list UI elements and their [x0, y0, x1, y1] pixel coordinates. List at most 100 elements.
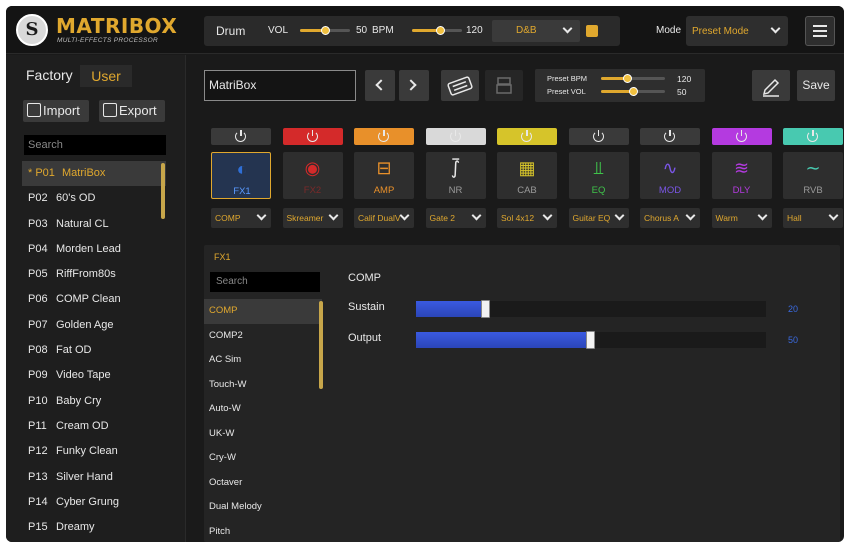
effect-type-item[interactable]: COMP2 — [204, 324, 322, 349]
param-slider-fill — [416, 332, 591, 348]
chevron-down-icon — [542, 210, 553, 221]
menu-button[interactable] — [805, 16, 835, 46]
fx-block-fx2[interactable]: ◉ FX2 — [282, 152, 343, 199]
chevron-down-icon — [562, 23, 573, 34]
power-toggle-icon[interactable] — [640, 128, 700, 145]
power-toggle-icon[interactable] — [568, 128, 629, 145]
effect-list-scrollbar[interactable] — [319, 301, 323, 389]
effect-type-item[interactable]: Auto-W — [204, 397, 322, 422]
record-icon: ◉ — [304, 158, 321, 178]
tab-factory[interactable]: Factory — [26, 67, 73, 83]
preset-name-field[interactable]: MatriBox — [204, 70, 356, 101]
rename-button[interactable] — [752, 70, 790, 101]
fx-model-select[interactable]: Warm — [711, 208, 772, 228]
save-button[interactable]: Save — [797, 70, 835, 101]
fx-model-select[interactable]: Skreamer — [282, 208, 343, 228]
param-label: Output — [348, 332, 382, 344]
preset-item[interactable]: P11 Cream OD — [22, 414, 166, 439]
preset-item[interactable]: P14 Cyber Grung — [22, 490, 166, 515]
param-slider-knob[interactable] — [481, 300, 490, 318]
fx-block-label: MOD — [658, 185, 682, 196]
param-slider-sustain[interactable] — [416, 300, 766, 318]
tab-user[interactable]: User — [80, 65, 132, 87]
power-toggle-icon[interactable] — [711, 128, 772, 145]
prev-preset-button[interactable] — [365, 70, 395, 101]
fx-model-select[interactable]: Guitar EQ — [568, 208, 629, 228]
param-slider-knob[interactable] — [586, 331, 595, 349]
preset-item[interactable]: * P01 MatriBox — [22, 161, 166, 187]
preset-item[interactable]: P07 Golden Age — [22, 313, 166, 338]
fx-block-cab[interactable]: ▦ CAB — [497, 152, 557, 199]
power-toggle-icon[interactable] — [354, 128, 414, 145]
drum-style-select[interactable]: D&B — [492, 20, 580, 42]
effect-type-item[interactable]: Touch-W — [204, 373, 322, 398]
fx-model-select[interactable]: Calif DualV — [354, 208, 414, 228]
mode-select[interactable]: Preset Mode — [686, 16, 788, 46]
power-toggle-icon[interactable] — [425, 128, 486, 145]
effect-type-item[interactable]: AC Sim — [204, 348, 322, 373]
preset-item[interactable]: P15 Dreamy — [22, 515, 166, 540]
fx-block-amp[interactable]: ⊟ AMP — [354, 152, 414, 199]
effect-type-item[interactable]: Dual Melody — [204, 495, 322, 520]
fx-block-eq[interactable]: ⫫ EQ — [568, 152, 629, 199]
fx-block-rvb[interactable]: ∼ RVB — [783, 152, 843, 199]
preset-list-scrollbar[interactable] — [161, 163, 165, 219]
effect-type-item[interactable]: Pitch — [204, 520, 322, 543]
preset-item[interactable]: P06 COMP Clean — [22, 287, 166, 312]
preset-item[interactable]: P13 Silver Hand — [22, 465, 166, 490]
preset-vol-slider[interactable] — [601, 87, 665, 96]
fx-model-select[interactable]: Sol 4x12 — [497, 208, 557, 228]
chevron-down-icon — [770, 23, 781, 34]
fx-block-label: AMP — [373, 185, 395, 196]
amp-view-button[interactable] — [485, 70, 523, 101]
preset-bpm-slider[interactable] — [601, 74, 665, 83]
pedal-button[interactable] — [441, 70, 479, 101]
preset-search-input[interactable]: Search — [24, 135, 166, 155]
effect-type-item[interactable]: Cry-W — [204, 446, 322, 471]
preset-item[interactable]: P08 Fat OD — [22, 338, 166, 363]
power-toggle-icon[interactable] — [211, 128, 271, 145]
power-toggle-icon[interactable] — [783, 128, 843, 145]
preset-item[interactable]: P10 Baby Cry — [22, 389, 166, 414]
drum-bpm-knob[interactable] — [435, 26, 445, 35]
effect-search-input[interactable]: Search — [210, 272, 320, 292]
power-toggle-icon[interactable] — [282, 128, 343, 145]
fx-block-dly[interactable]: ≋ DLY — [711, 152, 772, 199]
preset-bpm-knob[interactable] — [622, 74, 632, 83]
next-preset-button[interactable] — [399, 70, 429, 101]
delay-wave-icon: ≋ — [733, 158, 750, 178]
eq-sliders-icon: ⫫ — [593, 158, 604, 178]
fx-model-select[interactable]: COMP — [211, 208, 271, 228]
preset-item[interactable]: P05 RiffFrom80s — [22, 262, 166, 287]
app-window: MATRIBOX MULTI-EFFECTS PROCESSOR Drum VO… — [6, 6, 844, 542]
preset-vol-knob[interactable] — [629, 87, 638, 96]
export-button[interactable]: Export — [99, 100, 165, 122]
fx-model-select[interactable]: Chorus A — [640, 208, 700, 228]
drum-vol-knob[interactable] — [321, 26, 330, 35]
fx-block-mod[interactable]: ∿ MOD — [640, 152, 700, 199]
preset-number: P13 — [28, 470, 48, 483]
param-slider-output[interactable] — [416, 331, 766, 349]
preset-item[interactable]: P02 60's OD — [22, 186, 166, 211]
fx-model-select[interactable]: Hall — [783, 208, 843, 228]
preset-item[interactable]: P09 Video Tape — [22, 363, 166, 388]
preset-item[interactable]: P03 Natural CL — [22, 212, 166, 237]
effect-type-item[interactable]: COMP — [204, 299, 322, 324]
preset-item[interactable]: P04 Morden Lead — [22, 237, 166, 262]
fx-block-fx1[interactable]: ◐ FX1 — [211, 152, 271, 199]
chevron-down-icon — [614, 210, 624, 221]
fx-block-label: DLY — [732, 185, 751, 196]
import-button[interactable]: Import — [23, 100, 89, 122]
effect-type-item[interactable]: Octaver — [204, 471, 322, 496]
drum-bpm-slider[interactable] — [412, 26, 462, 35]
fx-block-label: RVB — [803, 185, 823, 196]
effect-type-item[interactable]: UK-W — [204, 422, 322, 447]
drum-vol-slider[interactable] — [300, 26, 350, 35]
fx-model-select[interactable]: Gate 2 — [425, 208, 486, 228]
drum-play-button[interactable] — [586, 25, 598, 37]
power-toggle-icon[interactable] — [497, 128, 557, 145]
preset-item[interactable]: P12 Funky Clean — [22, 439, 166, 464]
fx-block-nr[interactable]: ⨛ NR — [425, 152, 486, 199]
fx-model-value: Gate 2 — [429, 213, 456, 223]
drum-label: Drum — [216, 24, 246, 38]
